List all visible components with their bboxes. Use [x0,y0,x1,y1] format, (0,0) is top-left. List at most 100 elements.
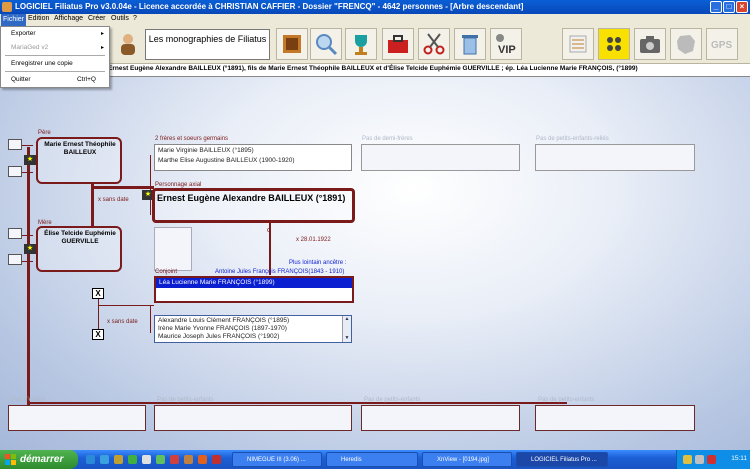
person-icon[interactable] [112,28,144,60]
children-label: Pas d'enfant [12,397,46,403]
coins-icon[interactable] [598,28,630,60]
star-icon: ★ [24,155,36,165]
tray-icon[interactable] [695,455,704,464]
grandparent-slot[interactable] [8,166,22,177]
book-icon[interactable] [276,28,308,60]
half-siblings-label: Pas de demi-frères [362,136,413,142]
vip-icon[interactable]: VIP [490,28,522,60]
axial-person-name: Ernest Eugène Alexandre BAILLEUX (°1891) [157,193,346,203]
submenu-arrow-icon: ▸ [100,31,104,37]
quicklaunch-icon[interactable] [142,455,151,464]
father-box[interactable]: Marie Ernest Théophile BAILLEUX [36,137,122,184]
quicklaunch-icon[interactable] [156,455,165,464]
children-box[interactable] [8,405,146,431]
quicklaunch-icon[interactable] [212,455,221,464]
france-map-icon[interactable] [670,28,702,60]
toolbox-icon[interactable] [382,28,414,60]
list-item[interactable]: Marie Virginie BAILLEUX (°1895) [158,147,254,154]
quicklaunch-icon[interactable] [184,455,193,464]
menu-creer[interactable]: Créer [88,15,106,22]
menu-separator [5,55,105,56]
mother-box[interactable]: Élise Telcide Euphémie GUERVILLE [36,226,122,272]
task-heredis[interactable]: Heredis [326,452,418,467]
selected-person-summary: Ernest Eugène Alexandre BAILLEUX (°1891)… [0,64,750,77]
app-icon [2,2,12,12]
father-label: Père [38,130,51,136]
minimize-button[interactable]: _ [710,1,722,13]
menu-item-save-copy[interactable]: Enregistrer une copie [11,60,73,67]
spouse-name[interactable]: Léa Lucienne Marie FRANÇOIS (°1899) [159,279,275,286]
menu-bar: Fichier Edition Affichage Créer Outils ? [0,14,750,26]
close-button[interactable]: × [736,1,748,13]
grandparent-slot[interactable] [8,228,22,239]
grandparent-slot[interactable] [8,139,22,150]
trash-icon[interactable] [454,28,486,60]
scissors-icon[interactable] [418,28,450,60]
tray-icon[interactable] [683,455,692,464]
maximize-button[interactable]: □ [723,1,735,13]
marriage-date: x 28.01.1922 [296,237,331,243]
scroll-down-icon[interactable]: ▼ [343,335,351,342]
spouse-siblings-list[interactable]: Alexandre Louis Clément FRANÇOIS (°1895)… [154,315,352,343]
tray-icon[interactable] [707,455,716,464]
spouse-father-slot[interactable]: X [92,288,104,299]
photo-placeholder[interactable] [154,227,192,271]
camera-icon[interactable] [634,28,666,60]
spouse-mother-slot[interactable]: X [92,329,104,340]
scrollbar[interactable]: ▲ ▼ [342,316,351,342]
ancestor-name[interactable]: Antoine Jules François FRANÇOIS(1843 - 1… [215,269,344,275]
task-filiatus[interactable]: LOGICIEL Filiatus Pro ... [516,452,608,467]
connector-line [150,155,151,215]
list-item[interactable]: Maurice Joseph Jules FRANÇOIS (°1902) [158,333,279,340]
grandchildren-box[interactable] [361,405,520,431]
trophy-icon[interactable] [345,28,377,60]
spouse-box[interactable]: Léa Lucienne Marie FRANÇOIS (°1899) [154,276,354,303]
siblings-label: 2 frères et soeurs germains [155,136,229,142]
gps-icon[interactable]: GPS [706,28,738,60]
menu-fichier[interactable]: Fichier [1,14,27,26]
monographies-button[interactable]: Les monographies de Filiatus [145,29,270,60]
menu-help[interactable]: ? [133,15,137,22]
ancestor-label: Plus lointain ancêtre : [289,260,347,266]
task-nimegue[interactable]: NIMEGUE III (3.06) ... [232,452,322,467]
list-icon[interactable] [562,28,594,60]
start-button[interactable]: démarrer [0,450,78,469]
grandchildren-box[interactable] [154,405,352,431]
quicklaunch-icon[interactable] [114,455,123,464]
list-item[interactable]: Alexandre Louis Clément FRANÇOIS (°1895) [158,317,289,324]
file-menu-dropdown: Exporter ▸ MariaGed v2 ▸ Enregistrer une… [0,26,110,88]
menu-edition[interactable]: Edition [28,15,49,22]
step-siblings-label: Pas de petits-enfants-reliés [536,136,609,142]
clock: 15:11 [731,455,747,462]
quicklaunch-icon[interactable] [100,455,109,464]
connector-line [98,299,99,329]
menu-shortcut-quit: Ctrl+Q [77,76,96,83]
task-xnview[interactable]: XnView - [0194.jpg] [422,452,512,467]
magnifier-icon[interactable] [310,28,342,60]
step-siblings-box[interactable] [535,144,695,171]
connector-line [27,147,30,407]
list-item[interactable]: Marthe Elise Augustine BAILLEUX (1900-19… [158,157,295,164]
spouse-label: Conjoint [155,269,178,275]
quicklaunch-icon[interactable] [198,455,207,464]
scroll-up-icon[interactable]: ▲ [343,316,351,323]
menu-item-export[interactable]: Exporter [11,30,36,37]
axial-person-box[interactable]: Ernest Eugène Alexandre BAILLEUX (°1891) [152,188,355,223]
quicklaunch-icon[interactable] [170,455,179,464]
quicklaunch-icon[interactable] [128,455,137,464]
grandchildren-box[interactable] [535,405,695,431]
connector-line [27,402,567,404]
list-item[interactable]: Irène Marie Yvonne FRANÇOIS (1897-1970) [158,325,287,332]
quicklaunch-icon[interactable] [86,455,95,464]
ring-icon: o [267,227,271,234]
submenu-arrow-icon: ▸ [100,45,104,51]
menu-affichage[interactable]: Affichage [54,15,83,22]
menu-outils[interactable]: Outils [111,15,129,22]
taskbar: démarrer NIMEGUE III (3.06) ... Heredis … [0,450,750,469]
menu-item-mariaged[interactable]: MariaGed v2 [11,44,48,51]
siblings-list[interactable]: Marie Virginie BAILLEUX (°1895) Marthe E… [154,144,352,171]
windows-logo-icon [5,454,16,465]
half-siblings-box[interactable] [361,144,520,171]
grandparent-slot[interactable] [8,254,22,265]
menu-item-quit[interactable]: Quitter [11,76,31,83]
